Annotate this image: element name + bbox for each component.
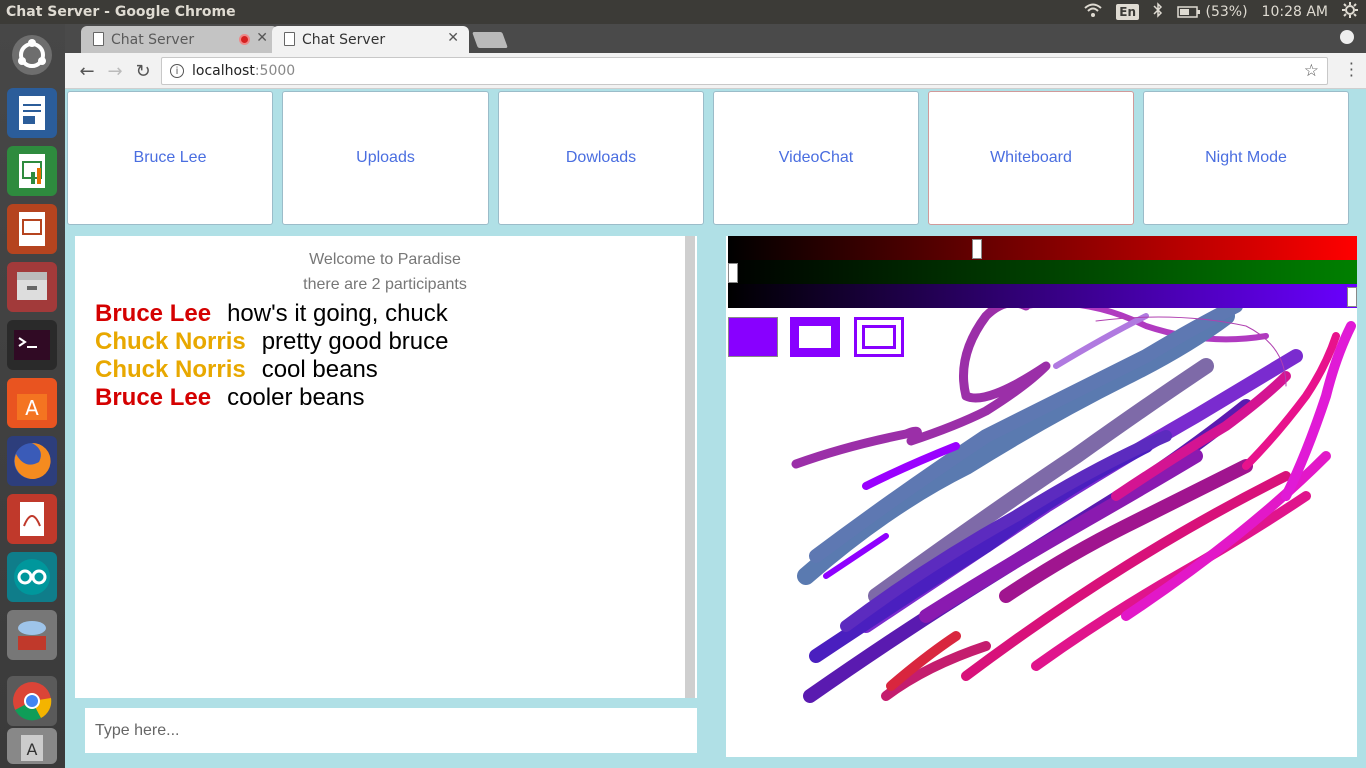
forward-arrow-icon[interactable]: → bbox=[103, 59, 127, 83]
blue-channel-slider[interactable] bbox=[728, 284, 1357, 308]
blue-slider-thumb[interactable] bbox=[1347, 287, 1357, 307]
url-host: localhost bbox=[192, 63, 255, 79]
red-slider-thumb[interactable] bbox=[972, 239, 982, 259]
message-author: Chuck Norris bbox=[95, 328, 246, 355]
app-stack-icon[interactable] bbox=[7, 610, 57, 660]
battery-indicator[interactable]: (53%) bbox=[1177, 4, 1248, 20]
chat-input[interactable] bbox=[85, 708, 697, 753]
nav-button-uploads[interactable]: Uploads bbox=[282, 91, 489, 225]
chat-message: Bruce Lee how's it going, chuck bbox=[95, 300, 448, 328]
whiteboard-drawing bbox=[791, 298, 1356, 703]
chat-log[interactable]: Welcome to Paradise there are 2 particip… bbox=[75, 236, 697, 698]
message-author: Bruce Lee bbox=[95, 384, 212, 411]
launcher: A A bbox=[0, 24, 65, 768]
tab-chat-server-active[interactable]: Chat Server ✕ bbox=[272, 26, 469, 53]
document-viewer-icon[interactable] bbox=[7, 494, 57, 544]
chat-message: Bruce Lee cooler beans bbox=[95, 384, 365, 412]
libreoffice-impress-icon[interactable] bbox=[7, 204, 57, 254]
software-center-icon[interactable]: A bbox=[7, 378, 57, 428]
browser-toolbar: ← → ↻ i localhost:5000 ☆ · · · bbox=[65, 53, 1366, 89]
bluetooth-icon[interactable] bbox=[1153, 2, 1163, 22]
window-title: Chat Server - Google Chrome bbox=[6, 4, 236, 20]
profile-icon[interactable] bbox=[1340, 30, 1354, 44]
bookmark-star-icon[interactable]: ☆ bbox=[1304, 61, 1319, 81]
trash-icon[interactable]: A bbox=[7, 728, 57, 764]
message-author: Bruce Lee bbox=[95, 300, 212, 327]
wifi-icon[interactable] bbox=[1084, 3, 1102, 21]
fill-color-swatch[interactable] bbox=[728, 317, 778, 357]
stroke-medium-swatch[interactable] bbox=[790, 317, 840, 357]
files-icon[interactable] bbox=[7, 262, 57, 312]
nav-button-night-mode[interactable]: Night Mode bbox=[1143, 91, 1349, 225]
chat-scrollbar[interactable] bbox=[685, 236, 695, 698]
firefox-icon[interactable] bbox=[7, 436, 57, 486]
tab-strip: Chat Server ✕ Chat Server ✕ bbox=[65, 24, 1366, 53]
close-tab-icon[interactable]: ✕ bbox=[256, 30, 268, 46]
page-icon bbox=[93, 32, 104, 46]
svg-text:A: A bbox=[25, 396, 39, 420]
nav-button-bruce-lee[interactable]: Bruce Lee bbox=[67, 91, 273, 225]
clock[interactable]: 10:28 AM bbox=[1262, 4, 1328, 20]
ubuntu-dash-icon[interactable] bbox=[7, 30, 57, 80]
nav-button-videochat[interactable]: VideoChat bbox=[713, 91, 919, 225]
tab-label: Chat Server bbox=[302, 31, 386, 48]
menu-dots-icon[interactable]: · · · bbox=[1349, 56, 1354, 84]
keyboard-layout-indicator[interactable]: En bbox=[1116, 4, 1140, 20]
libreoffice-calc-icon[interactable] bbox=[7, 146, 57, 196]
chat-message: Chuck Norris cool beans bbox=[95, 356, 378, 384]
battery-percent: (53%) bbox=[1205, 4, 1248, 20]
green-slider-thumb[interactable] bbox=[728, 263, 738, 283]
tab-label: Chat Server bbox=[111, 31, 195, 48]
whiteboard-canvas[interactable] bbox=[726, 236, 1357, 757]
indicator-area: En (53%) 10:28 AM bbox=[1084, 0, 1358, 24]
back-arrow-icon[interactable]: ← bbox=[75, 59, 99, 83]
green-channel-slider[interactable] bbox=[728, 260, 1357, 284]
message-text: cool beans bbox=[261, 356, 378, 383]
message-text: pretty good bruce bbox=[261, 328, 449, 355]
settings-gear-icon[interactable] bbox=[1342, 2, 1358, 22]
participant-count: there are 2 participants bbox=[303, 276, 467, 293]
stroke-thin-swatch[interactable] bbox=[854, 317, 904, 357]
message-text: how's it going, chuck bbox=[227, 300, 448, 327]
page-content: Bruce Lee Uploads Dowloads VideoChat Whi… bbox=[65, 89, 1366, 768]
libreoffice-writer-icon[interactable] bbox=[7, 88, 57, 138]
terminal-icon[interactable] bbox=[7, 320, 57, 370]
chrome-window: Chat Server ✕ Chat Server ✕ ← → ↻ i loca… bbox=[65, 24, 1366, 768]
nav-button-downloads[interactable]: Dowloads bbox=[498, 91, 704, 225]
svg-text:A: A bbox=[27, 740, 38, 759]
recording-icon bbox=[239, 34, 250, 45]
url-port: :5000 bbox=[254, 63, 296, 79]
info-icon[interactable]: i bbox=[170, 64, 184, 78]
red-channel-slider[interactable] bbox=[728, 236, 1357, 260]
reload-icon[interactable]: ↻ bbox=[131, 59, 155, 83]
welcome-text: Welcome to Paradise bbox=[309, 251, 461, 268]
message-text: cooler beans bbox=[227, 384, 365, 411]
nav-button-whiteboard[interactable]: Whiteboard bbox=[928, 91, 1134, 225]
new-tab-button[interactable] bbox=[472, 32, 508, 48]
tab-chat-server-recording[interactable]: Chat Server ✕ bbox=[81, 26, 278, 53]
page-icon bbox=[284, 32, 295, 46]
message-author: Chuck Norris bbox=[95, 356, 246, 383]
close-tab-icon[interactable]: ✕ bbox=[447, 30, 459, 46]
arduino-icon[interactable] bbox=[7, 552, 57, 602]
address-bar[interactable]: i localhost:5000 ☆ bbox=[161, 57, 1328, 85]
chat-message: Chuck Norris pretty good bruce bbox=[95, 328, 449, 356]
chrome-icon[interactable] bbox=[7, 676, 57, 726]
top-panel: Chat Server - Google Chrome En (53%) 10:… bbox=[0, 0, 1366, 24]
